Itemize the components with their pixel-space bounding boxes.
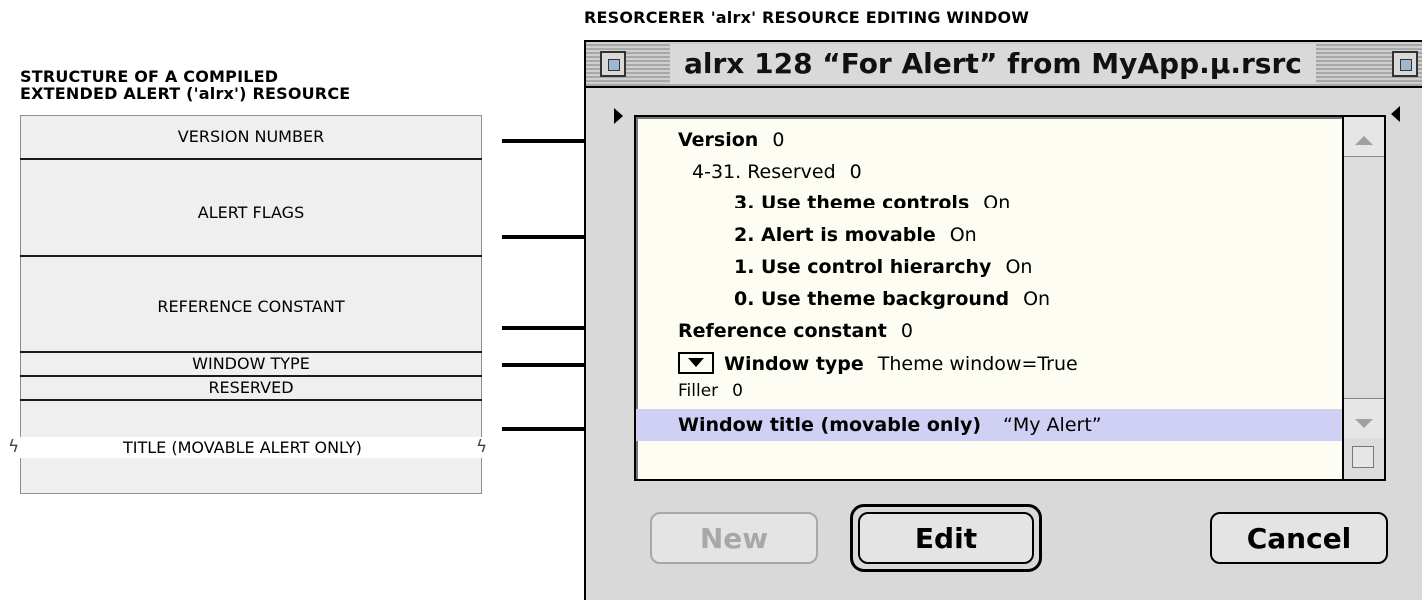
- row-use-theme-background[interactable]: 0. Use theme background On: [734, 288, 1050, 310]
- row-use-theme-background-value: On: [1023, 288, 1051, 310]
- window-title: alrx 128 “For Alert” from MyApp.µ.rsrc: [670, 44, 1316, 84]
- row-use-theme-background-label: 0. Use theme background: [734, 288, 1010, 310]
- divider-flags: [20, 255, 482, 257]
- row-reserved[interactable]: 4-31. Reserved 0: [692, 161, 862, 183]
- row-use-control-hierarchy-value: On: [1005, 256, 1033, 278]
- row-reserved-value: 0: [849, 161, 862, 183]
- segment-title: TITLE (MOVABLE ALERT ONLY): [123, 438, 362, 457]
- row-window-type-value: Theme window=True: [877, 353, 1078, 375]
- segment-reference-constant: REFERENCE CONSTANT: [157, 297, 345, 316]
- divider-reserved: [20, 399, 482, 401]
- row-window-title-label: Window title (movable only): [678, 414, 982, 436]
- row-reference-constant-value: 0: [900, 320, 913, 342]
- row-reference-constant-label: Reference constant: [678, 320, 887, 342]
- zoom-box-icon[interactable]: [1392, 51, 1418, 77]
- new-button[interactable]: New: [650, 512, 818, 564]
- row-filler[interactable]: Filler 0: [678, 380, 743, 402]
- divider-refcon: [20, 351, 482, 353]
- row-window-title[interactable]: Window title (movable only) “My Alert”: [678, 414, 1102, 436]
- segment-window-type: WINDOW TYPE: [192, 354, 310, 373]
- row-filler-label: Filler: [678, 381, 719, 401]
- edit-button[interactable]: Edit: [858, 512, 1034, 564]
- segment-alert-flags: ALERT FLAGS: [197, 203, 305, 222]
- popup-triangle-icon: [688, 358, 704, 367]
- left-marker-icon: [614, 108, 623, 124]
- structure-title-line2: EXTENDED ALERT ('alrx') RESOURCE: [20, 84, 351, 103]
- row-filler-value: 0: [732, 381, 743, 401]
- row-use-theme-controls-value: On: [983, 192, 1011, 208]
- row-window-type[interactable]: Window type Theme window=True: [724, 353, 1078, 375]
- scroll-up-arrow-icon: [1355, 136, 1373, 145]
- row-version-label: Version: [678, 129, 759, 151]
- close-box-icon[interactable]: [600, 51, 626, 77]
- break-mark-left-icon: ϟ: [8, 437, 20, 457]
- segment-version-number: VERSION NUMBER: [177, 127, 325, 146]
- row-use-theme-controls[interactable]: 3. Use theme controls On: [734, 192, 1010, 208]
- row-reserved-label: 4-31. Reserved: [692, 161, 836, 183]
- divider-version: [20, 158, 482, 160]
- scroll-down-button[interactable]: [1344, 398, 1384, 438]
- row-alert-is-movable-value: On: [949, 224, 977, 246]
- row-use-control-hierarchy[interactable]: 1. Use control hierarchy On: [734, 256, 1032, 278]
- structure-title: STRUCTURE OF A COMPILED EXTENDED ALERT (…: [20, 68, 350, 102]
- size-box-icon[interactable]: [1352, 446, 1374, 468]
- scroll-down-arrow-icon: [1355, 419, 1373, 428]
- divider-window-type: [20, 375, 482, 377]
- row-alert-is-movable[interactable]: 2. Alert is movable On: [734, 224, 977, 246]
- row-alert-is-movable-label: 2. Alert is movable: [734, 224, 936, 246]
- structure-title-line1: STRUCTURE OF A COMPILED: [20, 67, 279, 86]
- cancel-button[interactable]: Cancel: [1210, 512, 1388, 564]
- row-reference-constant[interactable]: Reference constant 0: [678, 320, 913, 342]
- row-version[interactable]: Version 0: [678, 129, 784, 151]
- editor-caption: RESORCERER 'alrx' RESOURCE EDITING WINDO…: [584, 8, 1030, 27]
- break-mark-right-icon: ϟ: [476, 437, 488, 457]
- row-window-type-label: Window type: [724, 353, 864, 375]
- row-use-theme-controls-label: 3. Use theme controls: [734, 192, 970, 208]
- row-version-value: 0: [772, 129, 785, 151]
- right-marker-icon: [1391, 106, 1400, 122]
- segment-reserved: RESERVED: [208, 378, 294, 397]
- row-window-title-value: “My Alert”: [1003, 414, 1102, 436]
- row-use-control-hierarchy-label: 1. Use control hierarchy: [734, 256, 992, 278]
